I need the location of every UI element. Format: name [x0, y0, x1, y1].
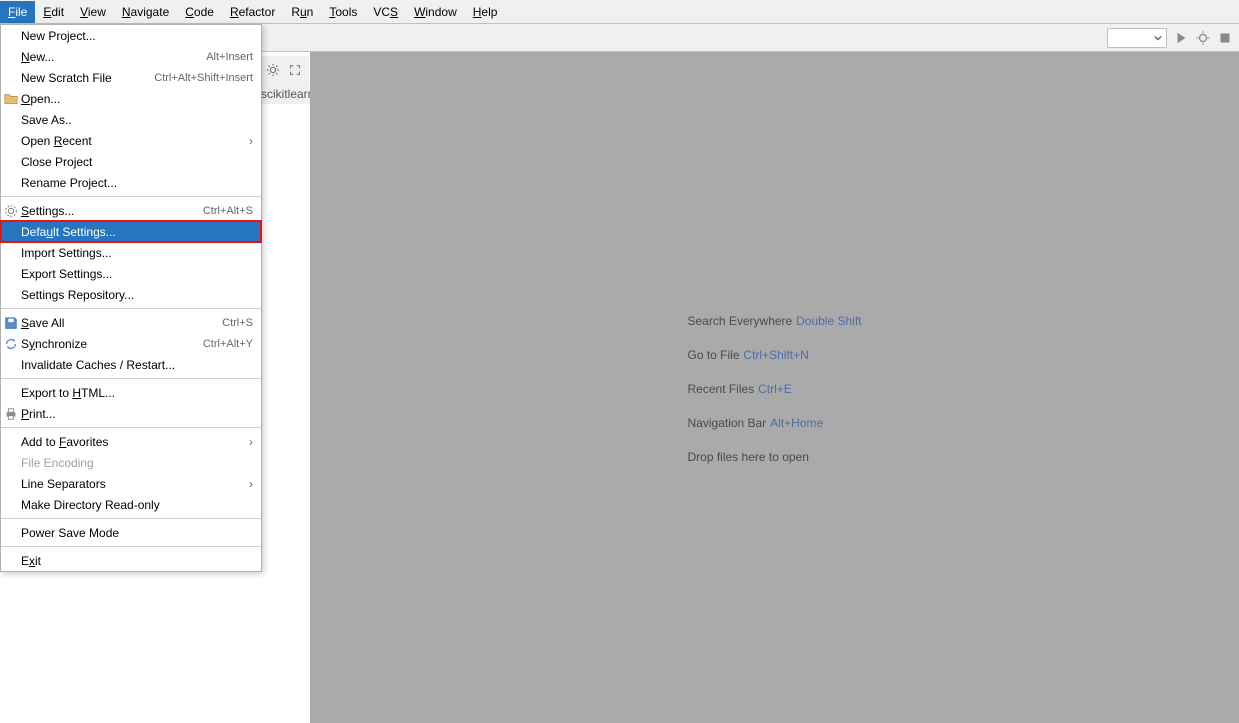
menu-item-label: Export to HTML... [21, 386, 253, 400]
menu-item-power-save-mode[interactable]: Power Save Mode [1, 522, 261, 543]
menu-item-label: Import Settings... [21, 246, 253, 260]
menu-separator [1, 546, 261, 547]
menubar-item-tools[interactable]: Tools [321, 1, 365, 23]
menu-item-label: Open... [21, 92, 253, 106]
menu-item-label: Invalidate Caches / Restart... [21, 358, 253, 372]
menu-item-export-settings[interactable]: Export Settings... [1, 263, 261, 284]
menu-item-close-project[interactable]: Close Project [1, 151, 261, 172]
menu-item-new-project[interactable]: New Project... [1, 25, 261, 46]
menu-item-add-to-favorites[interactable]: Add to Favorites› [1, 431, 261, 452]
menu-item-hotkey: Ctrl+Alt+Shift+Insert [154, 72, 253, 84]
menu-item-open[interactable]: Open... [1, 88, 261, 109]
menu-item-hotkey: Ctrl+Alt+Y [203, 338, 253, 350]
menu-item-label: Close Project [21, 155, 253, 169]
chevron-right-icon: › [249, 477, 253, 491]
tip-drop: Drop files here to open [688, 448, 862, 464]
sync-icon [3, 336, 19, 352]
menu-item-exit[interactable]: Exit [1, 550, 261, 571]
menu-item-label: Open Recent [21, 134, 249, 148]
menu-item-save-all[interactable]: Save AllCtrl+S [1, 312, 261, 333]
menubar-item-vcs[interactable]: VCS [365, 1, 406, 23]
project-toolbar [261, 56, 309, 84]
menubar-item-file[interactable]: File [0, 1, 35, 23]
gear-icon[interactable] [265, 62, 281, 78]
menu-item-save-as[interactable]: Save As.. [1, 109, 261, 130]
menubar-item-run[interactable]: Run [283, 1, 321, 23]
breadcrumb[interactable]: scikitlearn [261, 84, 311, 104]
menubar-item-help[interactable]: Help [465, 1, 506, 23]
menu-item-label: Synchronize [21, 337, 203, 351]
chevron-right-icon: › [249, 134, 253, 148]
menu-item-print[interactable]: Print... [1, 403, 261, 424]
menubar-item-navigate[interactable]: Navigate [114, 1, 177, 23]
menu-item-hotkey: Ctrl+S [222, 317, 253, 329]
menu-item-label: Save All [21, 316, 222, 330]
menu-item-make-directory-read-only[interactable]: Make Directory Read-only [1, 494, 261, 515]
menu-item-label: Power Save Mode [21, 526, 253, 540]
run-config-dropdown[interactable] [1107, 28, 1167, 48]
main-menu-bar: FileEditViewNavigateCodeRefactorRunTools… [0, 0, 1239, 24]
menu-item-hotkey: Alt+Insert [206, 51, 253, 63]
menu-item-new[interactable]: New...Alt+Insert [1, 46, 261, 67]
menu-item-export-to-html[interactable]: Export to HTML... [1, 382, 261, 403]
print-icon [3, 406, 19, 422]
menu-item-label: Line Separators [21, 477, 249, 491]
menu-item-default-settings[interactable]: Default Settings... [1, 221, 261, 242]
menu-item-label: Make Directory Read-only [21, 498, 253, 512]
chevron-right-icon: › [249, 435, 253, 449]
menu-item-label: Settings... [21, 204, 203, 218]
menu-item-invalidate-caches-restart[interactable]: Invalidate Caches / Restart... [1, 354, 261, 375]
menu-item-label: Print... [21, 407, 253, 421]
tip-goto: Go to File Ctrl+Shift+N [688, 346, 862, 362]
menu-item-synchronize[interactable]: SynchronizeCtrl+Alt+Y [1, 333, 261, 354]
menu-item-line-separators[interactable]: Line Separators› [1, 473, 261, 494]
menu-item-label: Exit [21, 554, 253, 568]
menu-item-new-scratch-file[interactable]: New Scratch FileCtrl+Alt+Shift+Insert [1, 67, 261, 88]
tip-recent: Recent Files Ctrl+E [688, 380, 862, 396]
menu-separator [1, 518, 261, 519]
menu-item-label: Add to Favorites [21, 435, 249, 449]
menu-item-import-settings[interactable]: Import Settings... [1, 242, 261, 263]
editor-empty-state: Search Everywhere Double Shift Go to Fil… [310, 52, 1239, 723]
menu-item-label: Default Settings... [21, 225, 253, 239]
menubar-item-view[interactable]: View [72, 1, 114, 23]
menu-item-rename-project[interactable]: Rename Project... [1, 172, 261, 193]
menu-item-settings-repository[interactable]: Settings Repository... [1, 284, 261, 305]
breadcrumb-label: scikitlearn [261, 87, 311, 101]
collapse-icon[interactable] [287, 62, 303, 78]
menubar-item-edit[interactable]: Edit [35, 1, 72, 23]
menu-item-label: New Scratch File [21, 71, 154, 85]
folder-icon [3, 91, 19, 107]
stop-icon[interactable] [1217, 30, 1233, 46]
menu-separator [1, 196, 261, 197]
chevron-down-icon [1154, 34, 1162, 42]
menu-item-label: Save As.. [21, 113, 253, 127]
menu-separator [1, 308, 261, 309]
menubar-item-code[interactable]: Code [177, 1, 222, 23]
run-icon[interactable] [1173, 30, 1189, 46]
tip-search: Search Everywhere Double Shift [688, 312, 862, 328]
debug-icon[interactable] [1195, 30, 1211, 46]
save-icon [3, 315, 19, 331]
menu-item-settings[interactable]: Settings...Ctrl+Alt+S [1, 200, 261, 221]
menubar-item-window[interactable]: Window [406, 1, 465, 23]
menu-item-label: New Project... [21, 29, 253, 43]
menu-item-open-recent[interactable]: Open Recent› [1, 130, 261, 151]
file-menu-popup: New Project...New...Alt+InsertNew Scratc… [0, 24, 262, 572]
menubar-item-refactor[interactable]: Refactor [222, 1, 283, 23]
menu-item-label: New... [21, 50, 206, 64]
menu-item-file-encoding: File Encoding [1, 452, 261, 473]
settings-icon [3, 203, 19, 219]
menu-separator [1, 427, 261, 428]
tip-navbar: Navigation Bar Alt+Home [688, 414, 862, 430]
menu-item-label: File Encoding [21, 456, 253, 470]
menu-item-label: Settings Repository... [21, 288, 253, 302]
menu-item-label: Rename Project... [21, 176, 253, 190]
tips: Search Everywhere Double Shift Go to Fil… [688, 312, 862, 464]
menu-separator [1, 378, 261, 379]
menu-item-hotkey: Ctrl+Alt+S [203, 205, 253, 217]
menu-item-label: Export Settings... [21, 267, 253, 281]
